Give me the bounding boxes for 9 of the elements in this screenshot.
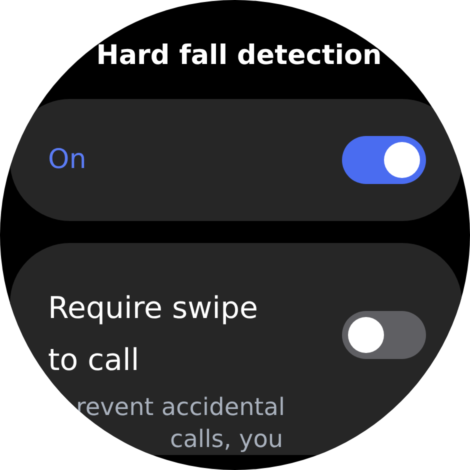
toggle-switch[interactable] bbox=[342, 311, 426, 359]
toggle-switch[interactable] bbox=[342, 136, 426, 184]
setting-label: Require swipe to call bbox=[48, 290, 260, 380]
setting-card[interactable]: On bbox=[10, 99, 462, 221]
screen-title: Hard fall detection bbox=[95, 40, 383, 71]
setting-description: calls, you bbox=[170, 424, 284, 455]
setting-description: revent accidental bbox=[76, 392, 286, 423]
setting-card[interactable]: Require swipe to call revent accidental calls, you bbox=[10, 243, 462, 455]
setting-label: On bbox=[48, 143, 88, 177]
